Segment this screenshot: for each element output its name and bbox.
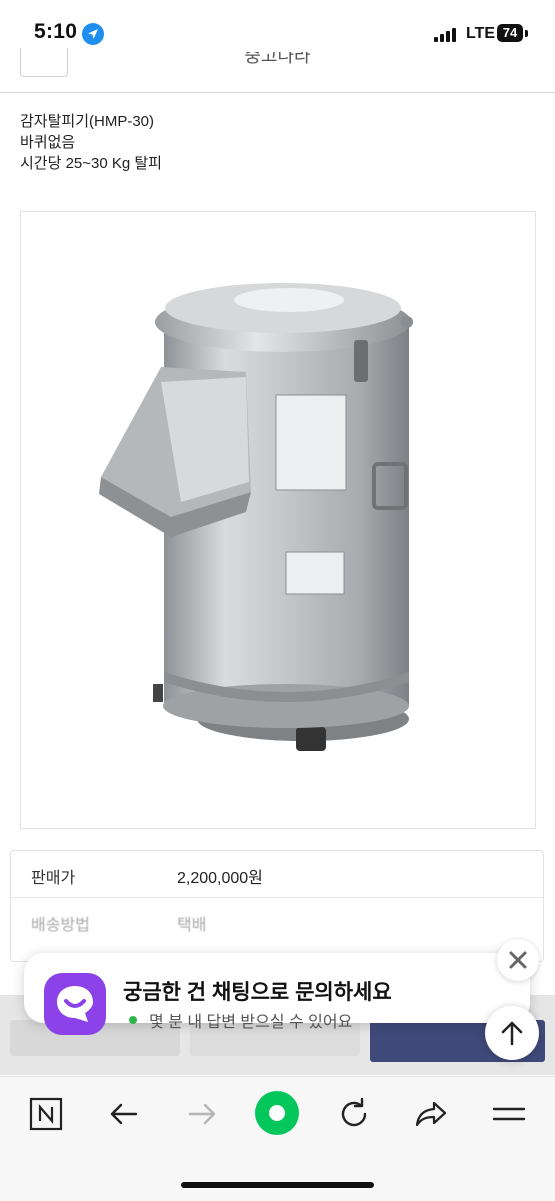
scroll-to-top-button[interactable] [485, 1006, 539, 1060]
price-label: 판매가 [31, 870, 76, 887]
product-image[interactable] [20, 211, 536, 829]
product-info-table: 판매가 2,200,000원 배송방법 택배 [10, 850, 544, 962]
refresh-icon[interactable] [334, 1094, 374, 1134]
info-row-shipping: 배송방법 택배 [11, 898, 543, 944]
back-arrow-icon[interactable] [104, 1094, 144, 1134]
shipping-label: 배송방법 [31, 917, 90, 934]
back-button[interactable] [20, 48, 68, 77]
product-description: 감자탈피기(HMP-30) 바퀴없음 시간당 25~30 Kg 탈피 [20, 111, 162, 174]
status-time: 5:10 [34, 20, 78, 43]
potato-peeler-illustration [99, 283, 413, 751]
battery-cap [525, 30, 528, 37]
cellular-signal-icon [434, 26, 462, 42]
menu-icon[interactable] [489, 1094, 529, 1134]
network-type: LTE [466, 25, 496, 42]
forward-arrow-icon[interactable] [182, 1094, 222, 1134]
green-dot-icon[interactable] [254, 1090, 300, 1136]
price-value: 2,200,000원 [177, 870, 263, 887]
description-line: 감자탈피기(HMP-30) [20, 113, 155, 130]
location-arrow-icon [82, 23, 104, 45]
close-banner-button[interactable] [497, 939, 539, 981]
arrow-up-icon [501, 1021, 523, 1046]
share-icon[interactable] [411, 1094, 451, 1134]
shipping-value: 택배 [177, 917, 207, 934]
description-line: 바퀴없음 [20, 134, 76, 151]
battery-indicator: 74 [497, 24, 523, 42]
online-status-dot [129, 1016, 137, 1024]
chat-banner-title: 궁금한 건 채팅으로 문의하세요 [123, 981, 392, 1004]
info-row-price: 판매가 2,200,000원 [11, 851, 543, 898]
home-indicator[interactable] [181, 1182, 374, 1188]
chat-bubble-icon [44, 973, 106, 1035]
naver-home-icon[interactable] [26, 1094, 66, 1134]
description-line: 시간당 25~30 Kg 탈피 [20, 155, 162, 172]
page-title: 중고나라 [244, 52, 311, 66]
close-icon [509, 951, 527, 969]
chat-banner-subtitle: 몇 분 내 답변 받으실 수 있어요 [149, 1014, 353, 1031]
